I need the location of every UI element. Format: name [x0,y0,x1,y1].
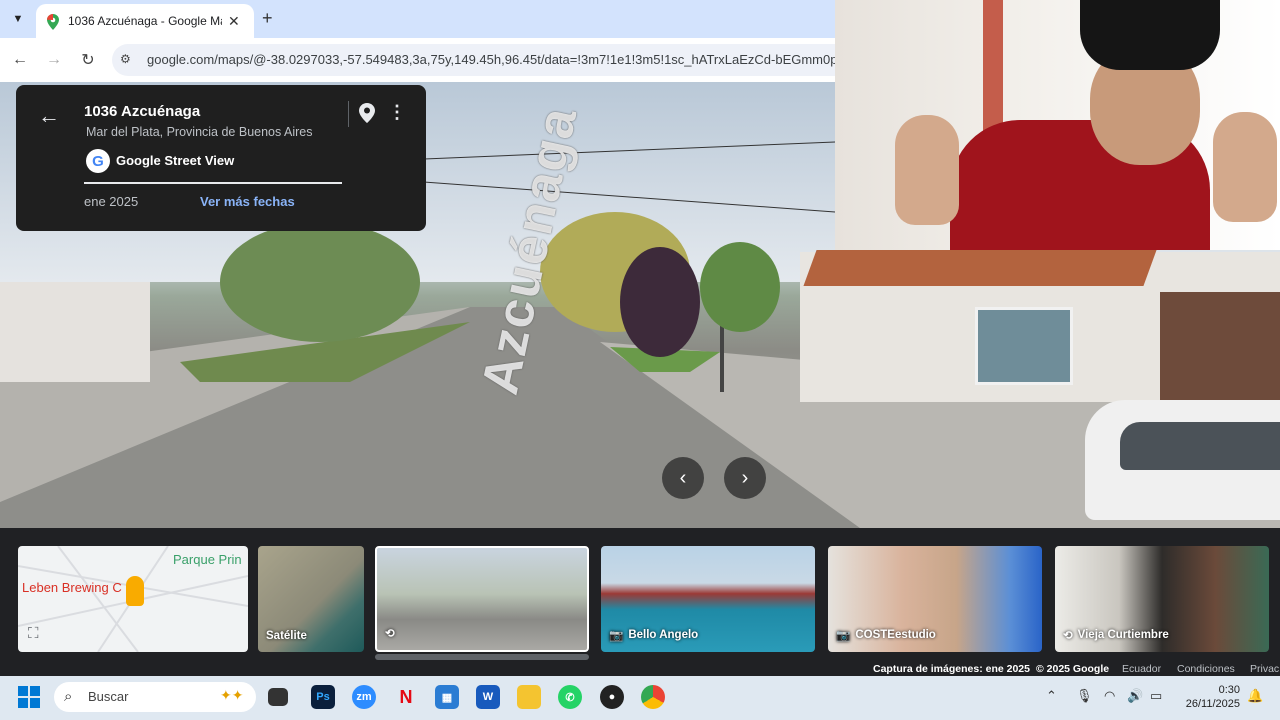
word-icon[interactable]: W [476,685,500,709]
camera-icon: 📷 [609,630,624,642]
zoom-icon[interactable]: zm [352,685,376,709]
back-arrow-icon[interactable]: ← [8,48,32,72]
search-icon: ⌕ [64,688,73,705]
clock-date: 26/11/2025 [1185,698,1240,710]
windows-taskbar: ⌕ Buscar ✦✦ Ps zm N ▦ W ✆ ● ⌃ 🎙 ◠ 🔊 ▭ 0:… [0,676,1280,720]
person-right-hand [1213,112,1277,222]
map-thumbnail[interactable]: Parque Prin Leben Brewing C ⛶ [18,546,248,652]
whatsapp-icon[interactable]: ✆ [558,685,582,709]
forward-arrow-icon[interactable]: → [42,48,66,72]
garage-door [1160,292,1280,412]
url-text[interactable]: google.com/maps/@-38.0297033,-57.549483,… [147,52,837,67]
browser-tab-maps[interactable]: 1036 Azcuénaga - Google Maps ✕ [36,4,254,38]
satellite-thumbnail[interactable]: Satélite [258,546,364,652]
battery-icon[interactable]: ▭ [1150,688,1162,704]
map-pin-icon[interactable] [359,103,375,128]
microphone-icon[interactable]: 🎙 [1076,688,1093,704]
divider [348,101,349,127]
photo-author: COSTEestudio [855,629,936,641]
site-info-icon[interactable]: ⚙ [120,52,136,68]
tree [220,222,420,342]
photo-thumbnail-vieja-curtiembre[interactable]: ⟲ Vieja Curtiembre [1055,546,1269,652]
terms-link[interactable]: Condiciones [1177,663,1235,675]
capture-info: Captura de imágenes: ene 2025 [873,663,1030,675]
location-title: 1036 Azcuénaga [84,103,201,120]
address-bar[interactable]: ⚙ google.com/maps/@-38.0297033,-57.54948… [112,44,852,76]
tab-search-menu-button[interactable]: ▼ [6,8,30,30]
location-info-card: ← 1036 Azcuénaga Mar del Plata, Provinci… [16,85,426,231]
windows-start-icon[interactable] [18,686,40,708]
photo-label: 📷 Bello Angelo [609,628,698,642]
clock-time: 0:30 [1218,684,1240,696]
netflix-icon[interactable]: N [394,685,418,709]
map-label-brewery: Leben Brewing C [22,580,122,595]
photo-label: 📷 COSTEestudio [836,628,936,642]
copilot-sparkle-icon: ✦✦ [220,687,244,703]
roof [803,250,1157,286]
browser-tab-bar: ▼ 1036 Azcuénaga - Google Maps ✕ + [0,0,835,38]
google-logo-icon: G [86,149,110,173]
more-dates-link[interactable]: Ver más fechas [200,194,295,209]
search-placeholder: Buscar [88,689,129,704]
capture-date: ene 2025 [84,194,139,209]
satellite-label: Satélite [266,630,307,642]
street-view-source: Google Street View [116,153,235,168]
show-hidden-icons-icon[interactable]: ⌃ [1046,688,1057,704]
country-link[interactable]: Ecuador [1122,663,1161,675]
chrome-icon[interactable] [641,685,665,709]
close-tab-icon[interactable]: ✕ [228,13,240,30]
privacy-link[interactable]: Privac [1250,663,1279,675]
person-left-hand [895,115,959,225]
browser-toolbar: ← → ↻ ⚙ google.com/maps/@-38.0297033,-57… [0,38,852,82]
microsoft-store-icon[interactable]: ▦ [435,685,459,709]
street-view-360-icon: ⟲ [1063,630,1073,642]
previous-arrow-icon[interactable]: ‹ [662,457,704,499]
tab-title: 1036 Azcuénaga - Google Maps [68,14,222,28]
more-options-icon[interactable]: ⋮ [388,102,406,123]
pegman-icon[interactable] [126,576,144,606]
copyright: © 2025 Google [1036,663,1110,675]
street-view-360-icon: ⟲ [385,628,395,640]
photo-filmstrip: Parque Prin Leben Brewing C ⛶ Satélite ⟲… [0,528,1280,662]
taskbar-search[interactable]: ⌕ Buscar ✦✦ [54,682,256,712]
filmstrip-scrollbar[interactable] [375,654,589,660]
expand-icon[interactable]: ⛶ [28,625,39,642]
back-arrow-icon[interactable]: ← [38,103,60,129]
tree [700,242,780,332]
reload-icon[interactable]: ↻ [76,48,100,72]
left-wall [0,282,150,382]
photo-author: Vieja Curtiembre [1077,629,1169,641]
timeline-bar [84,182,342,184]
notification-bell-icon[interactable]: 🔔 [1247,688,1263,704]
wifi-icon[interactable]: ◠ [1104,688,1115,704]
person-cap [1080,0,1220,70]
photoshop-icon[interactable]: Ps [311,685,335,709]
car-window [1120,422,1280,470]
next-arrow-icon[interactable]: › [724,457,766,499]
location-subtitle: Mar del Plata, Provincia de Buenos Aires [86,125,313,139]
new-tab-plus-icon[interactable]: + [262,8,273,29]
obs-icon[interactable]: ● [600,685,624,709]
photo-thumbnail-bello-angelo[interactable]: 📷 Bello Angelo [601,546,815,652]
webcam-overlay [835,0,1280,250]
task-view-icon[interactable] [268,688,288,706]
file-explorer-icon[interactable] [517,685,541,709]
current-street-view-thumbnail[interactable]: ⟲ [375,546,589,652]
tree [620,247,700,357]
map-label-park: Parque Prin [173,552,242,567]
maps-footer: Captura de imágenes: ene 2025 © 2025 Goo… [0,662,1280,676]
photo-thumbnail-costeestudio[interactable]: 📷 COSTEestudio [828,546,1042,652]
camera-icon: 📷 [836,630,851,642]
storefront-window [975,307,1073,385]
photo-label: ⟲ Vieja Curtiembre [1063,628,1169,642]
volume-icon[interactable]: 🔊 [1127,688,1143,704]
clock[interactable]: 0:30 26/11/2025 [1178,683,1240,711]
google-maps-favicon-icon [46,14,60,30]
photo-author: Bello Angelo [628,629,699,641]
